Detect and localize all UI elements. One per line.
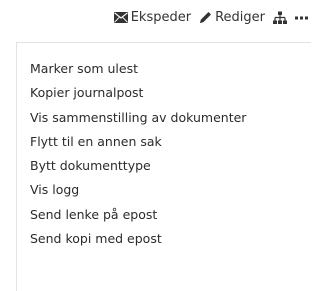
menu-item-copy-journal-post[interactable]: Kopier journalpost [17,81,311,105]
menu-item-send-copy-by-email[interactable]: Send kopi med epost [17,227,311,251]
menu-item-change-document-type[interactable]: Bytt dokumenttype [17,154,311,178]
edit-button[interactable]: Rediger [199,10,265,25]
expedite-button[interactable]: Ekspeder [113,10,192,25]
edit-label: Rediger [215,10,265,25]
hierarchy-button[interactable] [273,11,287,25]
pencil-icon [200,12,212,23]
more-button[interactable] [295,16,308,20]
envelope-icon [113,12,128,23]
menu-item-move-to-other-case[interactable]: Flytt til en annen sak [17,130,311,154]
menu-item-mark-unread[interactable]: Marker som ulest [17,57,311,81]
menu-item-send-link-by-email[interactable]: Send lenke på epost [17,203,311,227]
toolbar: Ekspeder Rediger [0,0,311,35]
ellipsis-icon [295,16,308,19]
expedite-label: Ekspeder [130,10,192,25]
menu-item-show-log[interactable]: Vis logg [17,178,311,202]
more-actions-menu: Marker som ulest Kopier journalpost Vis … [16,42,311,291]
sitemap-icon [273,11,287,24]
menu-item-show-document-compilation[interactable]: Vis sammenstilling av dokumenter [17,106,311,130]
